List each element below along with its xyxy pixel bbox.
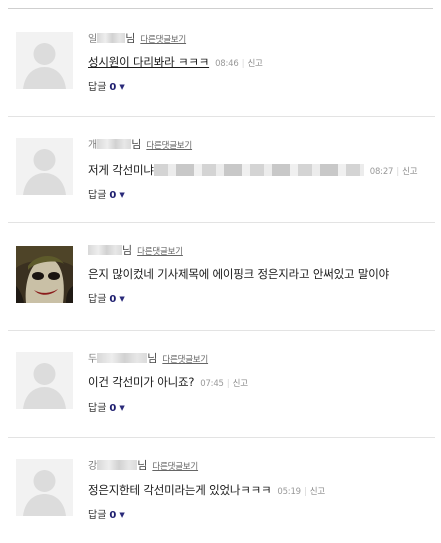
reply-label: 답글 xyxy=(88,403,107,414)
comment-text: 성시원이 다리봐라 ㅋㅋㅋ xyxy=(88,55,210,69)
reply-count: 0 xyxy=(109,82,117,93)
report-button[interactable]: 신고 xyxy=(310,487,325,497)
author-name-redacted xyxy=(97,460,138,470)
chevron-down-icon: ▼ xyxy=(119,404,125,412)
comment-time: 05:19 xyxy=(277,487,301,497)
comment-text-redacted xyxy=(153,164,364,176)
comment-body: 이건 각선미가 아니죠? 07:45 | 신고 xyxy=(88,374,248,392)
avatar-default[interactable] xyxy=(16,459,73,516)
list-top-border xyxy=(8,8,433,9)
default-avatar-icon xyxy=(16,352,73,409)
reply-button[interactable]: 답글 0 ▼ xyxy=(88,81,125,94)
comment-time: 07:45 xyxy=(200,379,224,389)
joker-face-avatar-image xyxy=(16,246,73,303)
reply-count: 0 xyxy=(109,403,117,414)
chevron-down-icon: ▼ xyxy=(119,83,125,91)
author-name-prefix: 강 xyxy=(88,461,98,472)
author-name-suffix: 님 xyxy=(147,352,158,365)
author-name-prefix: 개 xyxy=(88,140,98,151)
comment-text: 정은지한테 각선미라는게 있었나ㅋㅋㅋ xyxy=(88,483,272,497)
author-name-redacted xyxy=(97,353,148,363)
author-name-redacted xyxy=(97,33,126,43)
author-name-suffix: 님 xyxy=(122,244,133,257)
author-name-prefix: 두 xyxy=(88,354,98,365)
report-button[interactable]: 신고 xyxy=(402,167,417,177)
avatar-photo[interactable] xyxy=(16,246,73,303)
chevron-down-icon: ▼ xyxy=(119,511,125,519)
chevron-down-icon: ▼ xyxy=(119,191,125,199)
reply-count: 0 xyxy=(109,190,117,201)
default-avatar-icon xyxy=(16,459,73,516)
author-name-suffix: 님 xyxy=(125,32,136,45)
report-button[interactable]: 신고 xyxy=(233,379,248,389)
comment-text: 저게 각선미냐 xyxy=(88,163,154,177)
reply-button[interactable]: 답글 0 ▼ xyxy=(88,402,125,415)
default-avatar-icon xyxy=(16,138,73,195)
divider: | xyxy=(396,167,400,177)
comment-item: 개 님 다른댓글보기 저게 각선미냐 08:27 | 신고 답글 0 ▼ xyxy=(0,116,441,222)
divider: | xyxy=(241,59,245,69)
comment-body: 정은지한테 각선미라는게 있었나ㅋㅋㅋ 05:19 | 신고 xyxy=(88,482,325,500)
view-other-comments-link[interactable]: 다른댓글보기 xyxy=(137,247,183,257)
author-name-suffix: 님 xyxy=(131,138,142,151)
reply-label: 답글 xyxy=(88,510,107,521)
avatar-default[interactable] xyxy=(16,32,73,89)
comment-item: 님 다른댓글보기 은지 많이컸네 기사제목에 에이핑크 정은지라고 안써있고 말이… xyxy=(0,222,441,328)
comment-item: 두 님 다른댓글보기 이건 각선미가 아니죠? 07:45 | 신고 답글 0 ▼ xyxy=(0,330,441,436)
view-other-comments-link[interactable]: 다른댓글보기 xyxy=(162,355,208,365)
reply-button[interactable]: 답글 0 ▼ xyxy=(88,293,125,306)
comment-text: 이건 각선미가 아니죠? xyxy=(88,375,195,389)
author-name-redacted xyxy=(97,139,132,149)
comment-body: 은지 많이컸네 기사제목에 에이핑크 정은지라고 안써있고 말이야 xyxy=(88,266,389,282)
chevron-down-icon: ▼ xyxy=(119,295,125,303)
reply-count: 0 xyxy=(109,294,117,305)
divider: | xyxy=(226,379,230,389)
reply-label: 답글 xyxy=(88,190,107,201)
comment-meta: 개 님 다른댓글보기 xyxy=(88,138,192,152)
avatar-default[interactable] xyxy=(16,352,73,409)
comment-time: 08:46 xyxy=(215,59,239,69)
comment-text: 은지 많이컸네 기사제목에 에이핑크 정은지라고 안써있고 말이야 xyxy=(88,267,389,281)
author-name-redacted xyxy=(88,245,122,255)
view-other-comments-link[interactable]: 다른댓글보기 xyxy=(146,141,192,151)
view-other-comments-link[interactable]: 다른댓글보기 xyxy=(152,462,198,472)
comment-meta: 두 님 다른댓글보기 xyxy=(88,352,208,366)
report-button[interactable]: 신고 xyxy=(247,59,262,69)
comment-body: 저게 각선미냐 08:27 | 신고 xyxy=(88,162,418,180)
comment-meta: 일 님 다른댓글보기 xyxy=(88,32,186,46)
reply-button[interactable]: 답글 0 ▼ xyxy=(88,189,125,202)
comment-item: 강 님 다른댓글보기 정은지한테 각선미라는게 있었나ㅋㅋㅋ 05:19 | 신고 답글 0… xyxy=(0,437,441,543)
view-other-comments-link[interactable]: 다른댓글보기 xyxy=(140,35,186,45)
comment-meta: 님 다른댓글보기 xyxy=(88,244,183,258)
comment-body: 성시원이 다리봐라 ㅋㅋㅋ 08:46 | 신고 xyxy=(88,54,263,72)
divider: | xyxy=(303,487,307,497)
reply-count: 0 xyxy=(109,510,117,521)
author-name-suffix: 님 xyxy=(137,459,148,472)
default-avatar-icon xyxy=(16,32,73,89)
avatar-default[interactable] xyxy=(16,138,73,195)
author-name-prefix: 일 xyxy=(88,34,98,45)
comment-item: 일 님 다른댓글보기 성시원이 다리봐라 ㅋㅋㅋ 08:46 | 신고 답글 0 ▼ xyxy=(0,10,441,116)
reply-button[interactable]: 답글 0 ▼ xyxy=(88,509,125,522)
reply-label: 답글 xyxy=(88,294,107,305)
reply-label: 답글 xyxy=(88,82,107,93)
comment-time: 08:27 xyxy=(369,167,394,177)
comment-meta: 강 님 다른댓글보기 xyxy=(88,459,198,473)
